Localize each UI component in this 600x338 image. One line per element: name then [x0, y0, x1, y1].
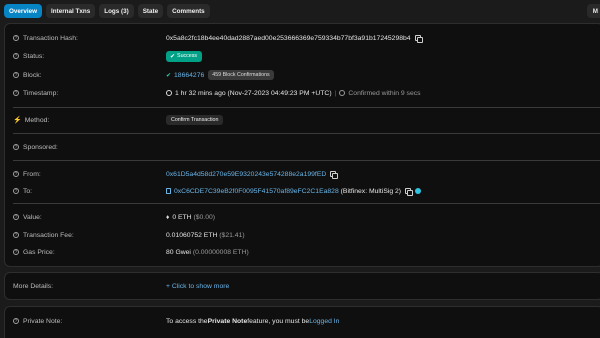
- value-label: Value:: [23, 213, 42, 221]
- divider: [13, 133, 600, 134]
- check-icon: ✔: [170, 53, 176, 60]
- divider: [13, 203, 600, 204]
- from-address-link[interactable]: 0x61D5a4d58d270e59E9320243e574288e2a199f…: [166, 171, 326, 178]
- login-link[interactable]: Logged In: [309, 318, 339, 325]
- status-row: ? Status: ✔ Success: [5, 50, 600, 62]
- copy-icon[interactable]: [330, 171, 339, 180]
- contract-file-icon: [166, 187, 171, 195]
- value-row: ? Value: ♦ 0 ETH ($0.00): [5, 211, 600, 223]
- note-text-pre: To access the: [166, 317, 208, 325]
- hash-row: ? Transaction Hash: 0x5a8c2fc18b4ee40dad2…: [5, 32, 600, 44]
- tab-bar: Overview Internal Txns Logs (3) State Co…: [0, 0, 600, 22]
- show-more-link[interactable]: + Click to show more: [166, 283, 229, 290]
- more-details-label: More Details:: [13, 282, 54, 290]
- tab-logs[interactable]: Logs (3): [99, 4, 134, 18]
- gas-row: ? Gas Price: 80 Gwei (0.00000008 ETH): [5, 246, 600, 258]
- private-note-card: ? Private Note: To access the Private Not…: [4, 306, 600, 338]
- divider: [13, 107, 600, 108]
- value-usd: ($0.00): [193, 213, 216, 221]
- tab-overview[interactable]: Overview: [4, 4, 43, 18]
- question-icon: ?: [13, 71, 19, 78]
- method-label: Method:: [24, 116, 50, 124]
- question-icon: ?: [13, 213, 19, 220]
- fee-usd: ($21.41): [219, 231, 245, 239]
- question-icon: ?: [13, 170, 19, 177]
- sponsored-row: ? Sponsored:: [5, 141, 600, 153]
- confirmations-badge: 459 Block Confirmations: [208, 70, 274, 80]
- question-icon: ?: [13, 143, 19, 150]
- status-label: Status:: [23, 52, 45, 60]
- note-text-mid: feature, you must be: [247, 317, 310, 325]
- fee-label: Transaction Fee:: [23, 231, 74, 239]
- divider: [13, 160, 600, 161]
- gas-label: Gas Price:: [23, 248, 55, 256]
- from-label: From:: [23, 170, 41, 178]
- question-icon: ?: [13, 317, 19, 324]
- check-circle-icon: ✔: [166, 72, 172, 79]
- transaction-details-card: ? Transaction Hash: 0x5a8c2fc18b4ee40dad2…: [4, 23, 600, 267]
- gas-gwei: 80 Gwei: [166, 248, 191, 256]
- confirmed-within: Confirmed within 9 secs: [348, 89, 421, 97]
- question-icon: ?: [13, 187, 19, 194]
- tab-more[interactable]: M: [586, 4, 600, 18]
- tab-internal-txns[interactable]: Internal Txns: [46, 4, 96, 18]
- block-row: ? Block: ✔ 18664276 459 Block Confirmations: [5, 69, 600, 81]
- method-badge: Confirm Transaction: [166, 115, 224, 125]
- timestamp-row: ? Timestamp: 1 hr 32 mins ago (Nov-27-202…: [13, 89, 421, 97]
- question-icon: ?: [13, 52, 19, 59]
- to-address-link[interactable]: 0xC6CDE7C39eB2f0F0095F41570af89eFC2C1Ea8…: [174, 188, 339, 195]
- more-details-card: More Details: + Click to show more: [4, 272, 600, 300]
- verified-icon: [415, 188, 422, 194]
- question-icon: ?: [13, 231, 19, 238]
- status-text: Success: [177, 53, 198, 59]
- timestamp-value: 1 hr 32 mins ago (Nov-27-2023 04:49:23 P…: [175, 89, 332, 97]
- copy-icon[interactable]: [414, 35, 423, 44]
- to-row: ? To: 0xC6CDE7C39eB2f0F0095F41570af89eFC2…: [5, 185, 600, 197]
- transaction-hash: 0x5a8c2fc18b4ee40dad2887aed00e253666369e…: [166, 34, 411, 42]
- hash-label: Transaction Hash:: [23, 34, 78, 42]
- tab-state[interactable]: State: [137, 4, 164, 18]
- question-icon: ?: [13, 34, 19, 41]
- to-label: To:: [23, 187, 33, 195]
- note-text-bold: Private Note: [207, 317, 248, 325]
- private-note-label: Private Note:: [23, 317, 63, 325]
- bolt-icon: ⚡: [13, 117, 22, 124]
- timestamp-label: Timestamp:: [23, 89, 59, 97]
- copy-icon[interactable]: [405, 188, 414, 197]
- fee-row: ? Transaction Fee: 0.01060752 ETH ($21.41…: [5, 229, 600, 241]
- status-badge: ✔ Success: [166, 50, 203, 62]
- to-name: (Bitfinex: MultiSig 2): [340, 187, 402, 195]
- timer-icon: [339, 90, 346, 96]
- from-row: ? From: 0x61D5a4d58d270e59E9320243e574288…: [5, 168, 600, 180]
- question-icon: ?: [13, 89, 19, 96]
- block-number-link[interactable]: 18664276: [174, 72, 204, 79]
- eth-icon: ♦: [166, 213, 170, 221]
- value-eth: 0 ETH: [172, 213, 192, 221]
- question-icon: ?: [13, 248, 19, 255]
- sponsored-label: Sponsored:: [23, 143, 58, 151]
- gas-eth: (0.00000008 ETH): [192, 248, 249, 256]
- fee-eth: 0.01060752 ETH: [166, 231, 218, 239]
- method-row: ⚡ Method: Confirm Transaction: [5, 114, 600, 126]
- tab-comments[interactable]: Comments: [167, 4, 210, 18]
- block-label: Block:: [23, 71, 42, 79]
- clock-icon: [166, 90, 172, 96]
